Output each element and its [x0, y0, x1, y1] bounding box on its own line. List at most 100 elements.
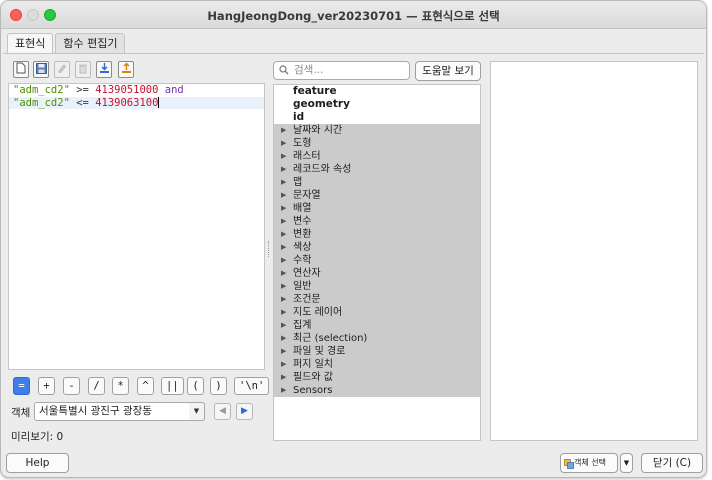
function-group-label: 배열 [293, 203, 312, 214]
expand-arrow-icon[interactable]: ▶ [281, 176, 286, 189]
function-item-geometry[interactable]: geometry [274, 98, 480, 111]
function-group-item[interactable]: ▶ 날짜와 시간 [274, 124, 480, 137]
select-features-dropdown[interactable]: ▼ [620, 453, 633, 473]
expand-arrow-icon[interactable]: ▶ [281, 228, 286, 241]
function-group-item[interactable]: ▶ 맵 [274, 176, 480, 189]
operator-divide-button[interactable]: / [88, 377, 105, 395]
function-group-item[interactable]: ▶ 변수 [274, 215, 480, 228]
expand-arrow-icon[interactable]: ▶ [281, 124, 286, 137]
function-group-item[interactable]: ▶ 래스터 [274, 150, 480, 163]
function-item-id[interactable]: id [274, 111, 480, 124]
operator-minus-button[interactable]: - [63, 377, 80, 395]
function-group-label: 연산자 [293, 268, 321, 279]
function-group-item[interactable]: ▶ 조건문 [274, 293, 480, 306]
export-expression-button[interactable] [118, 61, 134, 78]
expand-arrow-icon[interactable]: ▶ [281, 163, 286, 176]
operator-close-paren-button[interactable]: ) [210, 377, 227, 395]
select-features-button[interactable]: 객체 선택 [560, 453, 618, 473]
function-group-item[interactable]: ▶ 변환 [274, 228, 480, 241]
expand-arrow-icon[interactable]: ▶ [281, 384, 286, 397]
splitter-handle[interactable] [268, 241, 270, 257]
expand-arrow-icon[interactable]: ▶ [281, 215, 286, 228]
tab-expression[interactable]: 표현식 [7, 33, 54, 53]
function-group-item[interactable]: ▶ 파일 및 경로 [274, 345, 480, 358]
save-expression-button[interactable] [33, 61, 49, 78]
next-arrow-icon: ▶ [241, 406, 248, 416]
expand-arrow-icon[interactable]: ▶ [281, 241, 286, 254]
preview-label: 미리보기: 0 [11, 429, 63, 444]
function-group-item[interactable]: ▶ 연산자 [274, 267, 480, 280]
function-group-item[interactable]: ▶ 배열 [274, 202, 480, 215]
import-icon [99, 62, 110, 77]
keyword-token: and [158, 84, 184, 96]
function-item-feature[interactable]: feature [274, 85, 480, 98]
editor-line-current: "adm_cd2" <= 4139063100 [9, 96, 264, 109]
operator-plus-button[interactable]: + [38, 377, 55, 395]
new-file-icon [16, 62, 26, 77]
operator-newline-button[interactable]: '\n' [234, 377, 270, 395]
expand-arrow-icon[interactable]: ▶ [281, 254, 286, 267]
function-group-label: 최근 (selection) [293, 333, 368, 344]
expand-arrow-icon[interactable]: ▶ [281, 319, 286, 332]
tab-bar: 표현식 함수 편집기 [7, 33, 127, 53]
expand-arrow-icon[interactable]: ▶ [281, 150, 286, 163]
chevron-down-icon: ▼ [623, 459, 630, 467]
function-search-input[interactable]: 검색... [273, 61, 410, 80]
expand-arrow-icon[interactable]: ▶ [281, 358, 286, 371]
text-caret [158, 96, 160, 108]
expand-arrow-icon[interactable]: ▶ [281, 267, 286, 280]
expand-arrow-icon[interactable]: ▶ [281, 345, 286, 358]
edit-expression-button[interactable] [54, 61, 70, 78]
function-group-item[interactable]: ▶ 수학 [274, 254, 480, 267]
function-group-item[interactable]: ▶ 색상 [274, 241, 480, 254]
function-group-item[interactable]: ▶ 일반 [274, 280, 480, 293]
operator-equals-button[interactable]: = [13, 377, 30, 395]
function-group-item[interactable]: ▶ 필드와 값 [274, 371, 480, 384]
function-group-item[interactable]: ▶ 도형 [274, 137, 480, 150]
function-group-label: 집계 [293, 320, 312, 331]
function-group-item[interactable]: ▶ Sensors [274, 384, 480, 397]
expand-arrow-icon[interactable]: ▶ [281, 332, 286, 345]
feature-combobox[interactable]: 서울특별시 광진구 광장동 [34, 402, 205, 421]
expand-arrow-icon[interactable]: ▶ [281, 280, 286, 293]
function-group-label: 수학 [293, 255, 312, 266]
operator-multiply-button[interactable]: * [112, 377, 129, 395]
function-group-item[interactable]: ▶ 문자열 [274, 189, 480, 202]
function-group-item[interactable]: ▶ 최근 (selection) [274, 332, 480, 345]
edit-icon [57, 63, 67, 76]
operator-concat-button[interactable]: || [161, 377, 184, 395]
operator-open-paren-button[interactable]: ( [187, 377, 204, 395]
function-group-label: 파일 및 경로 [293, 346, 346, 357]
expand-arrow-icon[interactable]: ▶ [281, 371, 286, 384]
close-button[interactable]: 닫기 (C) [641, 453, 703, 473]
expand-arrow-icon[interactable]: ▶ [281, 137, 286, 150]
function-group-label: 레코드와 속성 [293, 164, 352, 175]
expression-editor[interactable]: "adm_cd2" >= 4139051000 and "adm_cd2" <=… [8, 83, 265, 370]
delete-icon [78, 63, 88, 77]
new-expression-button[interactable] [13, 61, 29, 78]
previous-feature-button[interactable]: ◀ [214, 403, 231, 420]
tab-function-editor[interactable]: 함수 편집기 [55, 33, 126, 53]
next-feature-button[interactable]: ▶ [236, 403, 253, 420]
function-group-label: 변환 [293, 229, 312, 240]
function-group-label: 문자열 [293, 190, 321, 201]
expand-arrow-icon[interactable]: ▶ [281, 293, 286, 306]
function-group-item[interactable]: ▶ 퍼지 일치 [274, 358, 480, 371]
editor-line: "adm_cd2" >= 4139051000 and [9, 84, 264, 97]
operator-power-button[interactable]: ^ [137, 377, 154, 395]
function-group-item[interactable]: ▶ 레코드와 속성 [274, 163, 480, 176]
function-group-label: 조건문 [293, 294, 321, 305]
function-group-item[interactable]: ▶ 집계 [274, 319, 480, 332]
delete-expression-button[interactable] [75, 61, 91, 78]
help-button[interactable]: Help [6, 453, 69, 473]
expand-arrow-icon[interactable]: ▶ [281, 202, 286, 215]
feature-dropdown-arrow[interactable]: ▼ [189, 402, 205, 421]
import-expression-button[interactable] [96, 61, 112, 78]
expand-arrow-icon[interactable]: ▶ [281, 189, 286, 202]
show-help-button[interactable]: 도움말 보기 [415, 61, 481, 81]
function-group-container: ▶ 날짜와 시간 ▶ 도형 ▶ 래스터 ▶ 레코드와 속성 ▶ 맵 ▶ 문자열 ▶ 배열 ▶ 변수 ▶ 변환 ▶ 색상… [274, 124, 480, 397]
function-group-label: 색상 [293, 242, 312, 253]
function-group-item[interactable]: ▶ 지도 레이어 [274, 306, 480, 319]
expand-arrow-icon[interactable]: ▶ [281, 306, 286, 319]
function-list[interactable]: feature geometry id ▶ 날짜와 시간 ▶ 도형 ▶ 래스터 ▶ 레코드와 … [273, 84, 481, 441]
